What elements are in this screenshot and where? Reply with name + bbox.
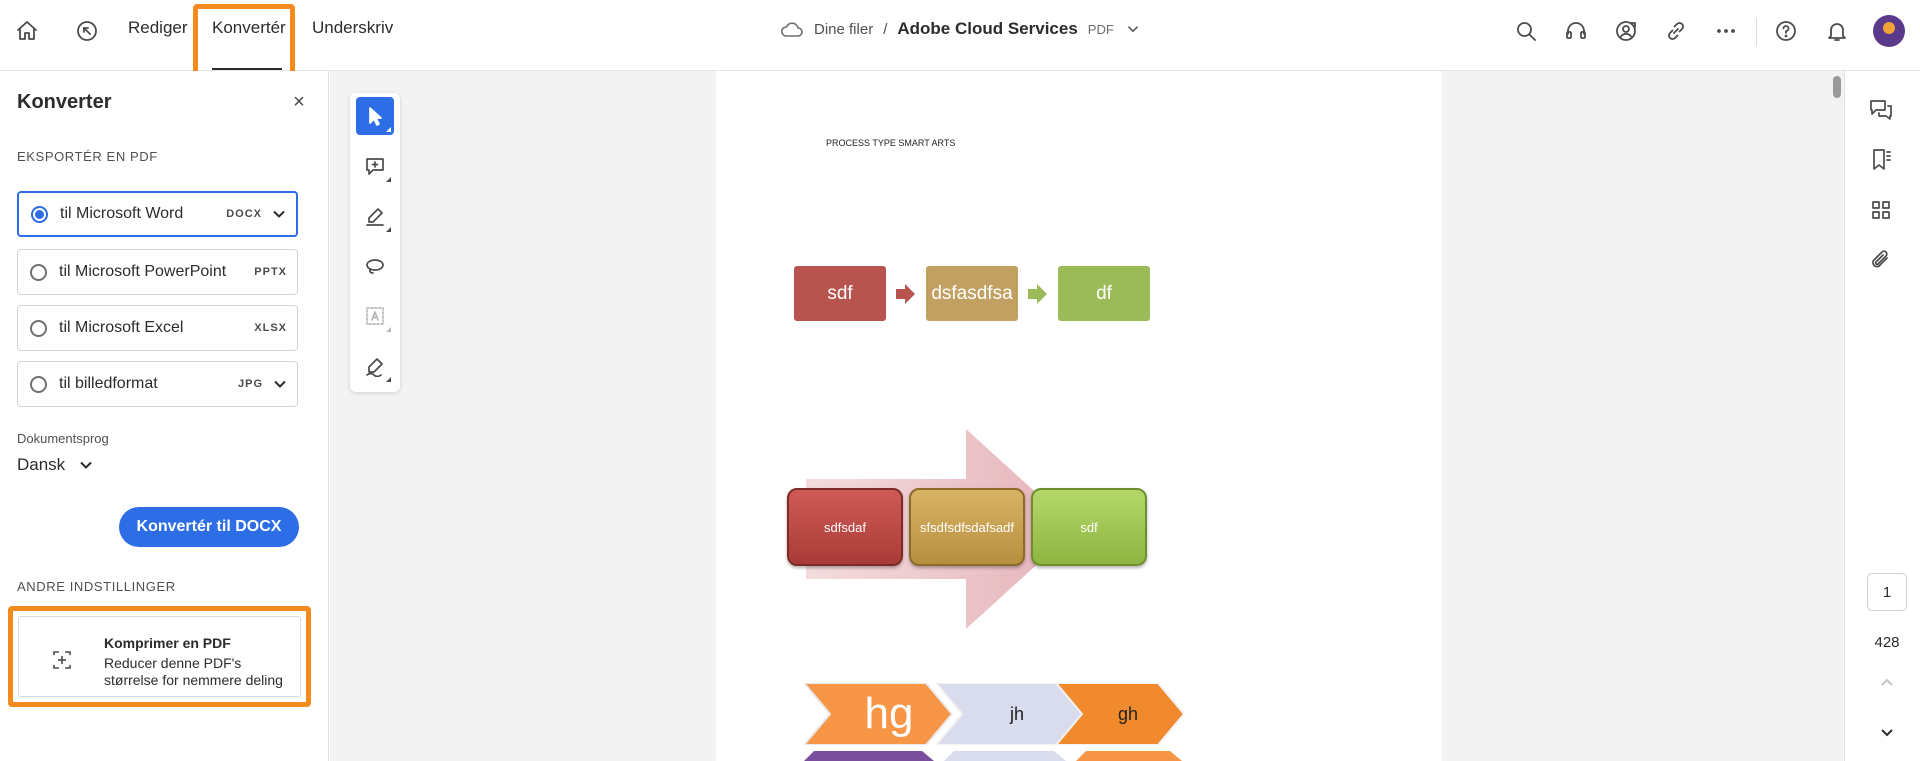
option-image[interactable]: til billedformat JPG <box>17 361 298 407</box>
chevron-label: gh <box>1117 703 1139 724</box>
sign-tool[interactable] <box>356 347 394 385</box>
search-icon[interactable] <box>1511 16 1541 46</box>
language-value: Dansk <box>17 455 66 474</box>
right-rail <box>1844 71 1920 761</box>
text-box-icon <box>366 307 384 325</box>
bell-icon[interactable] <box>1822 16 1852 46</box>
smartart-box: sdfsdaf <box>787 488 903 566</box>
chevron-down-icon[interactable] <box>1124 21 1142 37</box>
add-comment-icon <box>366 158 384 175</box>
option-label: til Microsoft Excel <box>59 319 184 336</box>
smartart-box: sdf <box>794 266 886 321</box>
option-label: til Microsoft PowerPoint <box>59 263 227 280</box>
breadcrumb: Dine filer / Adobe Cloud Services PDF <box>780 19 1142 39</box>
export-heading: EKSPORTÉR EN PDF <box>17 149 158 164</box>
select-tool[interactable] <box>356 97 394 135</box>
toolbar-divider <box>1756 18 1757 46</box>
current-page-input[interactable]: 1 <box>1867 573 1907 611</box>
arrow-right-icon <box>896 284 915 304</box>
home-icon[interactable] <box>12 16 42 46</box>
history-icon[interactable] <box>72 16 102 46</box>
headset-icon[interactable] <box>1561 16 1591 46</box>
breadcrumb-separator: / <box>883 20 888 38</box>
lasso-icon <box>366 259 384 274</box>
share-user-icon[interactable] <box>1611 16 1641 46</box>
option-label: til Microsoft Word <box>60 205 184 222</box>
format-badge: JPG <box>237 378 263 390</box>
top-bar: Rediger Konvertér Underskriv Dine filer … <box>0 0 1920 82</box>
next-row-shapes <box>804 751 1182 761</box>
chevron-down-icon[interactable] <box>273 377 287 391</box>
compress-card-inner: Komprimer en PDF Reducer denne PDF's stø… <box>18 616 301 697</box>
document-type: PDF <box>1087 21 1114 37</box>
chevron-down-icon <box>80 461 92 469</box>
smartart-box: sdf <box>1031 488 1147 566</box>
radio-selected[interactable] <box>31 205 48 223</box>
highlight-tool[interactable] <box>356 197 394 235</box>
chevron-down-icon[interactable] <box>1876 721 1898 743</box>
tab-underskriv[interactable]: Underskriv <box>312 18 393 38</box>
more-icon[interactable] <box>1711 16 1741 46</box>
smartart-box: df <box>1058 266 1150 321</box>
arrow-right-icon <box>1028 284 1047 304</box>
link-icon[interactable] <box>1661 16 1691 46</box>
compress-title: Komprimer en PDF <box>104 635 231 651</box>
format-badge: XLSX <box>254 322 287 334</box>
smartart-box: dsfasdfsa <box>926 266 1018 321</box>
option-label: til billedformat <box>59 375 158 392</box>
chevron-up-icon[interactable] <box>1876 672 1898 694</box>
smartart-box: sfsdfsdfsdafsadf <box>909 488 1025 566</box>
option-excel[interactable]: til Microsoft Excel XLSX <box>17 305 298 351</box>
compress-icon <box>49 647 75 673</box>
text-tool[interactable] <box>356 297 394 335</box>
radio-button[interactable] <box>30 319 47 337</box>
compress-pdf-card[interactable]: Komprimer en PDF Reducer denne PDF's stø… <box>8 606 311 707</box>
breadcrumb-root[interactable]: Dine filer <box>814 21 873 38</box>
radio-button[interactable] <box>30 375 47 393</box>
chevron-label: hg <box>864 689 914 738</box>
thumbnails-icon[interactable] <box>1868 197 1894 223</box>
annotation-toolbar <box>350 93 400 392</box>
tab-rediger[interactable]: Rediger <box>128 18 188 38</box>
scrollbar-thumb[interactable] <box>1833 76 1841 98</box>
attachment-icon[interactable] <box>1868 247 1894 273</box>
bookmark-icon[interactable] <box>1868 147 1894 173</box>
language-label: Dokumentsprog <box>17 431 109 446</box>
pen-icon <box>366 208 384 226</box>
total-pages: 428 <box>1874 634 1900 651</box>
document-title: Adobe Cloud Services <box>897 19 1078 38</box>
cursor-icon <box>369 107 382 126</box>
convert-panel: Konverter × EKSPORTÉR EN PDF til Microso… <box>0 71 329 761</box>
avatar[interactable] <box>1873 15 1905 47</box>
page-heading: PROCESS TYPE SMART ARTS <box>826 138 956 148</box>
comment-tool[interactable] <box>356 147 394 185</box>
language-select[interactable]: Dansk <box>17 455 93 475</box>
pdf-page[interactable]: PROCESS TYPE SMART ARTS sdf dsfasdfsa df… <box>716 71 1442 761</box>
close-icon[interactable]: × <box>288 91 310 113</box>
convert-button[interactable]: Konvertér til DOCX <box>119 507 299 547</box>
radio-button[interactable] <box>30 263 47 281</box>
lasso-tool[interactable] <box>356 247 394 285</box>
chevron-down-icon[interactable] <box>272 207 286 221</box>
option-word[interactable]: til Microsoft Word DOCX <box>17 191 298 237</box>
format-badge: PPTX <box>254 266 287 278</box>
format-badge: DOCX <box>226 208 262 220</box>
scrollbar[interactable] <box>1832 71 1844 761</box>
other-settings-heading: ANDRE INDSTILLINGER <box>17 579 176 594</box>
cloud-icon <box>780 22 803 37</box>
compress-description: Reducer denne PDF's størrelse for nemmer… <box>104 655 283 688</box>
signature-pen-icon <box>366 358 383 377</box>
help-icon[interactable] <box>1771 16 1801 46</box>
panel-title: Konverter <box>17 91 112 113</box>
comments-icon[interactable] <box>1868 97 1894 123</box>
option-powerpoint[interactable]: til Microsoft PowerPoint PPTX <box>17 249 298 295</box>
